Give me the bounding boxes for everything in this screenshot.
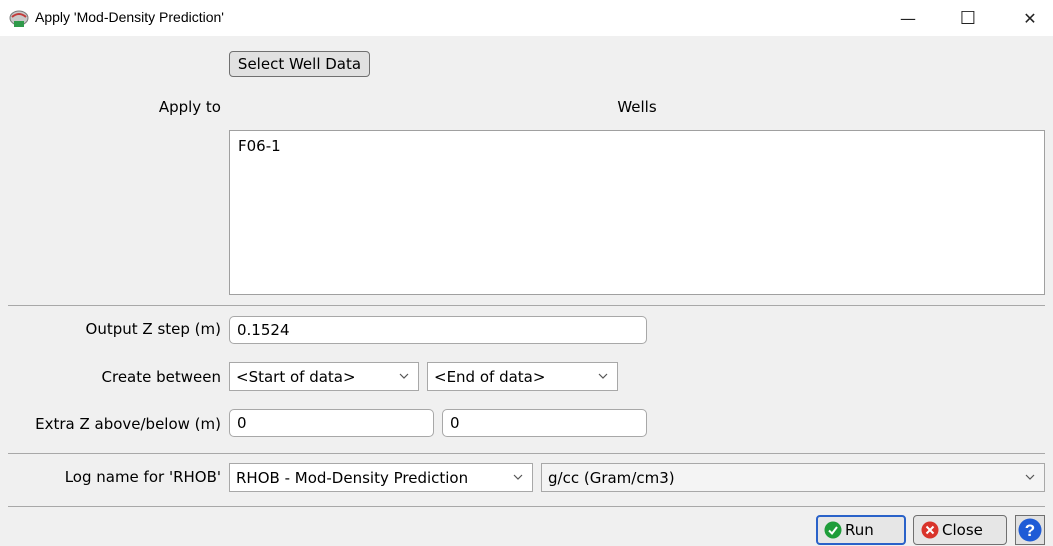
help-button[interactable]: ? [1015,515,1045,545]
run-label: Run [845,521,874,539]
svg-text:?: ? [1025,521,1035,540]
log-name-label: Log name for 'RHOB' [64,468,221,486]
output-z-label: Output Z step (m) [85,320,221,338]
help-icon: ? [1018,518,1042,542]
close-button[interactable]: Close [913,515,1007,545]
output-z-step-input[interactable]: 0.1524 [229,316,647,344]
title-bar: Apply 'Mod-Density Prediction' — ☐ ✕ [0,0,1053,36]
run-button[interactable]: Run [816,515,906,545]
minimize-icon: — [900,8,916,28]
end-of-data-select[interactable]: <End of data> [427,362,618,391]
dialog-body: Select Well Data Apply to Wells F06-1 Ou… [0,36,1053,546]
wells-header: Wells [617,98,657,116]
end-select-value: <End of data> [434,367,546,386]
wells-listbox[interactable]: F06-1 [229,130,1045,295]
divider [8,506,1045,507]
app-logo-icon [9,10,29,27]
start-of-data-select[interactable]: <Start of data> [229,362,419,391]
chevron-down-icon [399,373,409,379]
log-name-value: RHOB - Mod-Density Prediction [236,468,469,487]
maximize-button[interactable]: ☐ [945,0,991,36]
extra-z-label: Extra Z above/below (m) [35,415,221,433]
create-between-label: Create between [101,368,221,386]
close-x-icon [921,521,939,539]
chevron-down-icon [1025,474,1035,480]
close-window-button[interactable]: ✕ [1007,0,1053,36]
maximize-icon: ☐ [959,7,977,29]
apply-to-label: Apply to [158,98,221,116]
select-well-data-button[interactable]: Select Well Data [229,51,370,77]
close-icon: ✕ [1023,8,1037,28]
chevron-down-icon [598,373,608,379]
divider [8,305,1045,306]
extra-z-above-input[interactable]: 0 [229,409,434,437]
divider [8,453,1045,454]
chevron-down-icon [513,474,523,480]
list-item[interactable]: F06-1 [238,137,281,155]
start-select-value: <Start of data> [236,367,356,386]
log-name-select[interactable]: RHOB - Mod-Density Prediction [229,463,533,492]
check-icon [824,521,842,539]
extra-z-below-input[interactable]: 0 [442,409,647,437]
log-unit-value: g/cc (Gram/cm3) [548,468,675,487]
minimize-button[interactable]: — [885,0,931,36]
close-label: Close [942,521,983,539]
log-unit-select[interactable]: g/cc (Gram/cm3) [541,463,1045,492]
window-title: Apply 'Mod-Density Prediction' [35,9,224,25]
